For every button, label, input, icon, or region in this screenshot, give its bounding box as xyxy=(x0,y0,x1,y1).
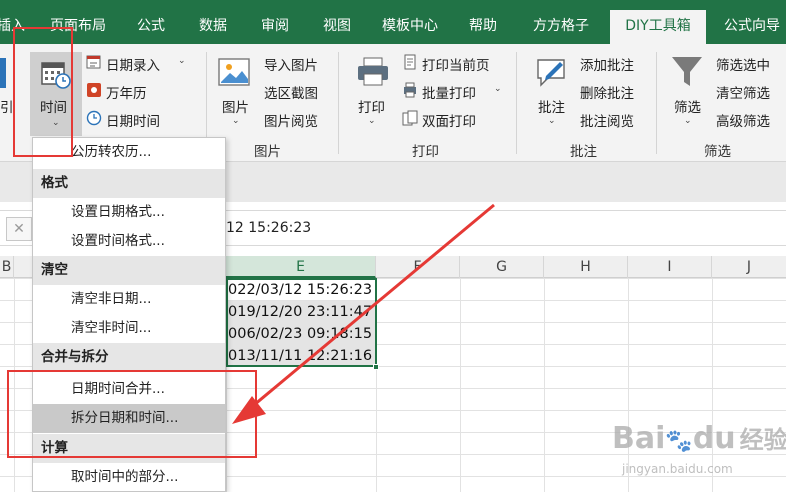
watermark-url: jingyan.baidu.com xyxy=(622,462,733,476)
annotation-arrow xyxy=(232,203,495,424)
watermark-logo: Bai🐾du 经验 xyxy=(612,420,786,456)
watermark-brand2: du xyxy=(692,421,736,456)
watermark-suffix: 经验 xyxy=(739,426,786,454)
watermark-brand: Bai xyxy=(612,421,666,456)
paw-icon: 🐾 xyxy=(665,429,693,454)
